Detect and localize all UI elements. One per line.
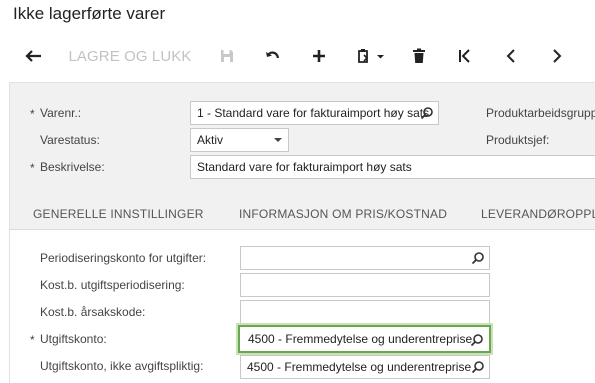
search-icon[interactable] <box>420 106 434 120</box>
periodiseringskonto-field[interactable] <box>240 246 490 270</box>
utgiftskonto-label: Utgiftskonto: <box>40 332 107 346</box>
plus-icon <box>313 50 325 62</box>
kostb-arsakskode-label: Kost.b. årsakskode: <box>40 305 146 319</box>
save-and-close-button[interactable]: LAGRE OG LUKK <box>66 37 194 75</box>
first-record-icon <box>459 49 470 63</box>
utgiftskonto-ikke-avgiftspliktig-label: Utgiftskonto, ikke avgiftspliktig: <box>40 359 204 373</box>
previous-record-button[interactable] <box>498 37 524 75</box>
arrow-left-icon <box>25 50 41 62</box>
first-record-button[interactable] <box>452 37 478 75</box>
produktsjef-label: Produktsjef: <box>486 133 550 147</box>
required-marker: * <box>30 333 35 347</box>
beskrivelse-value: Standard vare for fakturaimport høy sats <box>197 160 412 174</box>
undo-icon <box>266 51 280 59</box>
utgiftskonto-ikke-avgiftspliktig-value: 4500 - Fremmedytelse og underentreprise <box>247 360 472 374</box>
toolbar: LAGRE OG LUKK <box>0 37 595 75</box>
floppy-disk-icon <box>221 50 233 62</box>
chevron-down-icon <box>274 138 282 142</box>
beskrivelse-label: Beskrivelse: <box>40 160 105 174</box>
utgiftskonto-value: 4500 - Fremmedytelse og underentreprise <box>248 332 473 346</box>
kostb-arsakskode-field[interactable] <box>240 300 490 324</box>
search-icon[interactable] <box>470 333 484 347</box>
tab-leverandoropplysninger[interactable]: LEVERANDØROPPL <box>481 207 595 221</box>
page-title: Ikke lagerførte varer <box>13 4 166 23</box>
save-button[interactable] <box>214 37 240 75</box>
produktarbeidsgruppe-label: Produktarbeidsgruppe <box>486 106 595 120</box>
tab-generelle-innstillinger[interactable]: GENERELLE INNSTILLINGER <box>33 207 204 221</box>
chevron-left-icon <box>506 49 515 63</box>
varenr-value: 1 - Standard vare for fakturaimport høy … <box>197 106 430 120</box>
beskrivelse-field[interactable]: Standard vare for fakturaimport høy sats <box>190 155 595 179</box>
next-record-button[interactable] <box>544 37 570 75</box>
varenr-label: Varenr.: <box>40 106 82 120</box>
clipboard-icon <box>358 49 384 63</box>
utgiftskonto-field[interactable]: 4500 - Fremmedytelse og underentreprise <box>238 325 491 353</box>
tab-informasjon-om-pris-kostnad[interactable]: INFORMASJON OM PRIS/KOSTNAD <box>239 207 447 221</box>
save-and-close-label: LAGRE OG LUKK <box>68 47 192 65</box>
copy-paste-button[interactable] <box>352 37 390 75</box>
undo-button[interactable] <box>260 37 286 75</box>
required-marker: * <box>30 107 35 121</box>
required-marker: * <box>30 161 35 175</box>
add-button[interactable] <box>306 37 332 75</box>
varestatus-select[interactable]: Aktiv <box>190 128 289 152</box>
chevron-right-icon <box>553 49 562 63</box>
varenr-field[interactable]: 1 - Standard vare for fakturaimport høy … <box>190 101 439 125</box>
kostb-utgiftsperiodisering-field[interactable] <box>240 273 490 297</box>
back-button[interactable] <box>20 37 48 75</box>
periodiseringskonto-label: Periodiseringskonto for utgifter: <box>40 251 207 265</box>
kostb-utgiftsperiodisering-label: Kost.b. utgiftsperiodisering: <box>40 278 185 292</box>
utgiftskonto-ikke-avgiftspliktig-field[interactable]: 4500 - Fremmedytelse og underentreprise <box>240 355 490 379</box>
delete-button[interactable] <box>406 37 432 75</box>
search-icon[interactable] <box>471 251 485 265</box>
varestatus-label: Varestatus: <box>40 133 100 147</box>
trash-icon <box>413 48 425 63</box>
search-icon[interactable] <box>471 360 485 374</box>
